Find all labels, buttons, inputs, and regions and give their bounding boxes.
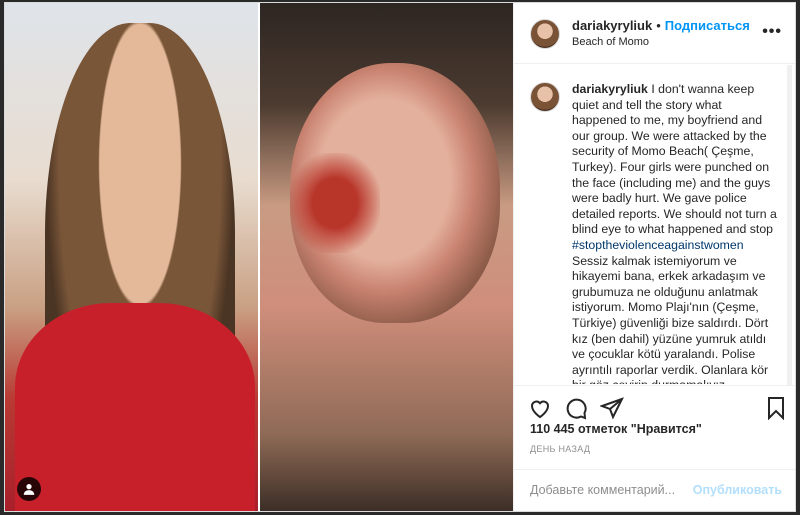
photo-woman-red-dress [5,3,258,511]
avatar[interactable] [530,19,560,49]
add-comment-form: Добавьте комментарий... Опубликовать [514,469,795,511]
username-link[interactable]: dariakyryliuk [572,18,652,33]
caption-text-en: I don't wanna keep quiet and tell the st… [572,82,777,237]
comments-scrollbar[interactable] [787,65,792,385]
post-sidebar: dariakyryliuk • Подписаться Beach of Momo … [513,3,795,511]
caption-username[interactable]: dariakyryliuk [572,82,648,96]
avatar[interactable] [530,82,560,112]
post-media[interactable] [5,3,513,511]
photo-injured-face [260,3,513,511]
more-horizontal-icon[interactable]: ••• [762,23,782,41]
instagram-post-modal: dariakyryliuk • Подписаться Beach of Momo … [4,2,796,512]
post-time[interactable]: ДЕНЬ НАЗАД [530,444,590,454]
heart-icon[interactable] [528,396,552,420]
caption-text-tr: Sessiz kalmak istemiyorum ve hikayemi ba… [572,253,769,384]
likes-count[interactable]: 110 445 отметок "Нравится" [530,422,702,436]
post-comment-button[interactable]: Опубликовать [693,483,782,497]
post-caption: dariakyryliuk I don't wanna keep quiet a… [572,82,778,384]
comment-icon[interactable] [564,396,588,420]
bookmark-icon[interactable] [764,396,788,420]
follow-button[interactable]: Подписаться [665,18,750,33]
user-tag-icon[interactable] [17,477,41,501]
location-link[interactable]: Beach of Momo [572,36,649,48]
share-icon[interactable] [600,396,624,420]
comment-input[interactable]: Добавьте комментарий... [530,483,675,497]
hashtag-link[interactable]: #stoptheviolenceagainstwomen [572,238,744,252]
post-header: dariakyryliuk • Подписаться Beach of Momo … [514,3,795,64]
comments-section: dariakyryliuk I don't wanna keep quiet a… [514,64,782,384]
